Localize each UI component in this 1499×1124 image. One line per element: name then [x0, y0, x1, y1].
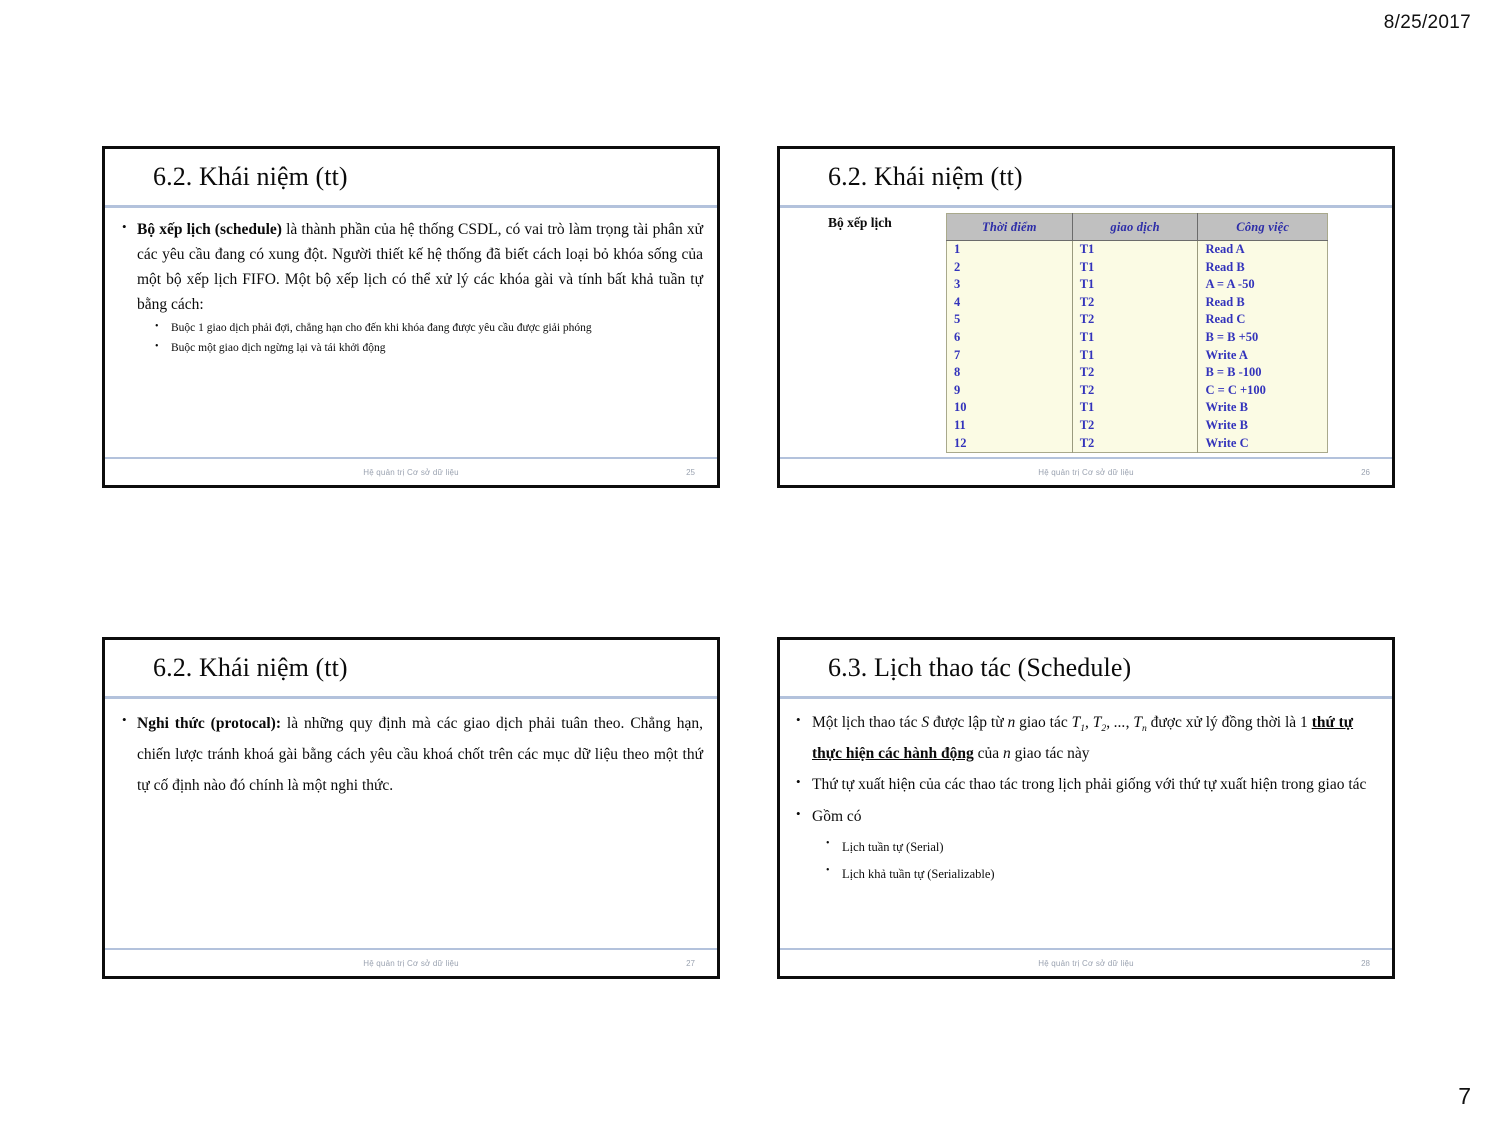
bullet-level2: Lịch tuần tự (Serial): [820, 833, 1378, 862]
cell-operation: B = B -100: [1205, 365, 1262, 380]
slide-footer: Hệ quản trị Cơ sở dữ liệu 27: [105, 948, 717, 976]
schedule-table: Thời điểm giao dịch Công việc 1 T1 Read A …: [946, 213, 1328, 454]
cell-time: 4: [946, 293, 1073, 312]
slide-footer: Hệ quản trị Cơ sở dữ liệu 25: [105, 457, 717, 485]
slide-thumbnail-28[interactable]: 6.3. Lịch thao tác (Schedule) Một lịch t…: [777, 637, 1395, 979]
table-row: 10 T1 Write B: [946, 399, 1328, 417]
cell-time: 12: [946, 434, 1073, 453]
slide-body: Bộ xếp lịch (schedule) là thành phần của…: [105, 208, 717, 457]
column-header-transaction: giao dịch: [1072, 213, 1199, 241]
footer-slide-number: 27: [686, 958, 695, 968]
cell-transaction: T1: [1072, 258, 1199, 277]
cell-transaction: T2: [1072, 364, 1199, 382]
table-row: 11 T2 Write B: [946, 416, 1328, 435]
cell-transaction: T1: [1072, 240, 1199, 259]
cell-transaction: T1: [1072, 399, 1199, 417]
cell-operation: Read C: [1205, 312, 1246, 327]
italic-variable: n: [1007, 714, 1016, 731]
page-number: 7: [1458, 1083, 1471, 1109]
cell-time: 1: [946, 240, 1073, 259]
slide-title: 6.2. Khái niệm (tt): [153, 653, 348, 682]
cell-transaction: T2: [1072, 293, 1199, 312]
title-divider: [780, 205, 1392, 208]
cell-time: 2: [946, 258, 1073, 277]
cell-transaction: T2: [1072, 434, 1199, 453]
cell-transaction: T2: [1072, 381, 1199, 400]
bullet-level1: Gồm có: [794, 801, 1378, 833]
cell-time: 11: [946, 416, 1073, 435]
slide-footer: Hệ quản trị Cơ sở dữ liệu 26: [780, 457, 1392, 485]
table-row: 6 T1 B = B +50: [946, 328, 1328, 347]
slide-body: Nghi thức (protocal): là những quy định …: [105, 699, 717, 948]
table-row: 3 T1 A = A -50: [946, 276, 1328, 294]
slide-thumbnail-25[interactable]: 6.2. Khái niệm (tt) Bộ xếp lịch (schedul…: [102, 146, 720, 488]
bullet-level2: Buộc 1 giao dịch phải đợi, chẳng hạn cho…: [147, 318, 703, 339]
slide-footer: Hệ quản trị Cơ sở dữ liệu 28: [780, 948, 1392, 976]
footer-label: Hệ quản trị Cơ sở dữ liệu: [1038, 958, 1134, 968]
slide-thumbnail-27[interactable]: 6.2. Khái niệm (tt) Nghi thức (protocal)…: [102, 637, 720, 979]
cell-operation: Read B: [1205, 259, 1245, 274]
cell-operation: Read A: [1205, 242, 1245, 256]
table-row: 7 T1 Write A: [946, 346, 1328, 365]
cell-operation: Write C: [1205, 435, 1249, 450]
footer-label: Hệ quản trị Cơ sở dữ liệu: [363, 958, 459, 968]
footer-label: Hệ quản trị Cơ sở dữ liệu: [1038, 467, 1134, 477]
bullet-level1: Thứ tự xuất hiện của các thao tác trong …: [794, 769, 1378, 801]
footer-slide-number: 26: [1361, 467, 1370, 477]
cell-time: 8: [946, 364, 1073, 382]
page-date: 8/25/2017: [1383, 12, 1471, 33]
cell-operation: C = C +100: [1205, 382, 1266, 397]
table-row: 5 T2 Read C: [946, 311, 1328, 329]
cell-operation: Write A: [1205, 347, 1248, 362]
bullet-level2: Buộc một giao dịch ngừng lại và tái khởi…: [147, 338, 703, 359]
table-row: 8 T2 B = B -100: [946, 364, 1328, 382]
cell-time: 10: [946, 399, 1073, 417]
cell-time: 3: [946, 276, 1073, 294]
cell-transaction: T1: [1072, 346, 1199, 365]
footer-label: Hệ quản trị Cơ sở dữ liệu: [363, 467, 459, 477]
cell-time: 9: [946, 381, 1073, 400]
slide-thumbnail-26[interactable]: 6.2. Khái niệm (tt) Bộ xếp lịch Thời điể…: [777, 146, 1395, 488]
table-body: 1 T1 Read A 2 T1 Read B 3 T1 A = A -50 4 T2 Read…: [946, 240, 1328, 453]
slide-title: 6.3. Lịch thao tác (Schedule): [828, 653, 1132, 682]
table-row: 4 T2 Read B: [946, 293, 1328, 312]
column-header-operation: Công việc: [1197, 213, 1328, 241]
cell-operation: Write B: [1205, 400, 1248, 415]
bullet-bold-lead: Nghi thức (protocal):: [137, 715, 281, 732]
footer-slide-number: 28: [1361, 958, 1370, 968]
cell-operation: A = A -50: [1205, 277, 1255, 292]
cell-time: 6: [946, 328, 1073, 347]
table-row: 1 T1 Read A: [946, 240, 1328, 259]
italic-variable: n: [1003, 744, 1011, 762]
slide-body: Một lịch thao tác S được lập từ n giao t…: [780, 699, 1392, 948]
table-header-row: Thời điểm giao dịch Công việc: [946, 213, 1328, 241]
table-row: 2 T1 Read B: [946, 258, 1328, 277]
table-row: 9 T2 C = C +100: [946, 381, 1328, 400]
cell-operation: B = B +50: [1205, 329, 1259, 344]
cell-transaction: T1: [1072, 328, 1199, 347]
cell-time: 5: [946, 311, 1073, 329]
cell-time: 7: [946, 346, 1073, 365]
cell-operation: Read B: [1205, 294, 1245, 309]
italic-variable: S: [921, 714, 930, 731]
bullet-level1: Bộ xếp lịch (schedule) là thành phần của…: [119, 216, 703, 317]
cell-transaction: T2: [1072, 311, 1199, 329]
transaction-list: T1, T2, ..., Tn: [1071, 714, 1147, 735]
bullet-level1: Nghi thức (protocal): là những quy định …: [119, 707, 703, 801]
cell-transaction: T2: [1072, 416, 1199, 435]
slide-title: 6.2. Khái niệm (tt): [153, 162, 348, 191]
bullet-bold-lead: Bộ xếp lịch (schedule): [137, 221, 282, 238]
slide-title: 6.2. Khái niệm (tt): [828, 162, 1023, 191]
footer-slide-number: 25: [686, 467, 695, 477]
bullet-level2: Lịch khả tuần tự (Serializable): [820, 860, 1378, 889]
schedule-label: Bộ xếp lịch: [828, 215, 892, 230]
column-header-time: Thời điểm: [946, 213, 1073, 241]
cell-transaction: T1: [1072, 276, 1199, 294]
bullet-level1-rich: Một lịch thao tác S được lập từ n giao t…: [794, 707, 1378, 769]
table-row: 12 T2 Write C: [946, 434, 1328, 453]
cell-operation: Write B: [1205, 417, 1248, 432]
